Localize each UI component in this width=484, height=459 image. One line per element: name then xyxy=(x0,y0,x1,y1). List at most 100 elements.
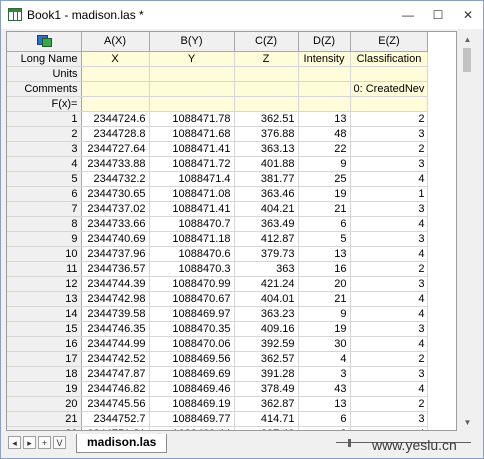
row-header-long-name[interactable]: Long Name xyxy=(7,51,82,67)
data-cell[interactable]: 2344733.66 xyxy=(81,216,150,232)
data-cell[interactable]: 1 xyxy=(350,186,429,202)
data-cell[interactable]: 21 xyxy=(298,201,351,217)
data-cell[interactable]: 19 xyxy=(298,321,351,337)
data-cell[interactable]: 379.73 xyxy=(234,246,299,262)
data-cell[interactable]: 2344742.98 xyxy=(81,291,150,307)
data-cell[interactable]: 2344747.87 xyxy=(81,366,150,382)
data-cell[interactable]: 5 xyxy=(298,231,351,247)
row-number[interactable]: 21 xyxy=(7,411,82,427)
data-cell[interactable]: 1088471.41 xyxy=(149,201,235,217)
row-number[interactable]: 17 xyxy=(7,351,82,367)
data-cell[interactable]: 2344728.8 xyxy=(81,126,150,142)
data-cell[interactable]: 1088470.3 xyxy=(149,261,235,277)
data-cell[interactable]: 13 xyxy=(298,246,351,262)
data-cell[interactable]: 2344742.52 xyxy=(81,351,150,367)
data-cell[interactable]: 378.49 xyxy=(234,381,299,397)
sheet-prev-button[interactable]: ◂ xyxy=(8,436,21,449)
data-cell[interactable]: 421.24 xyxy=(234,276,299,292)
row-number[interactable]: 2 xyxy=(7,126,82,142)
data-cell[interactable]: 2344732.2 xyxy=(81,171,150,187)
data-cell[interactable]: 2 xyxy=(298,426,351,430)
vertical-scrollbar[interactable]: ▲ ▼ xyxy=(459,31,476,431)
column-header[interactable]: B(Y) xyxy=(149,32,235,52)
data-cell[interactable]: 1088470.99 xyxy=(149,276,235,292)
data-cell[interactable]: 381.77 xyxy=(234,171,299,187)
data-cell[interactable]: 3 xyxy=(350,231,429,247)
data-cell[interactable]: 3 xyxy=(298,366,351,382)
data-cell[interactable]: 362.51 xyxy=(234,111,299,127)
maximize-button[interactable]: ☐ xyxy=(423,1,453,29)
data-cell[interactable]: 6 xyxy=(298,411,351,427)
row-number[interactable]: 15 xyxy=(7,321,82,337)
data-cell[interactable]: 376.88 xyxy=(234,126,299,142)
data-cell[interactable]: 4 xyxy=(350,291,429,307)
formula-cell[interactable] xyxy=(81,96,150,112)
row-number[interactable]: 11 xyxy=(7,261,82,277)
data-cell[interactable]: 1088470.7 xyxy=(149,216,235,232)
data-cell[interactable]: 21 xyxy=(298,291,351,307)
data-cell[interactable]: 404.21 xyxy=(234,201,299,217)
data-cell[interactable]: 2344727.64 xyxy=(81,141,150,157)
row-number[interactable]: 14 xyxy=(7,306,82,322)
data-cell[interactable]: 4 xyxy=(350,171,429,187)
data-cell[interactable]: 19 xyxy=(298,186,351,202)
data-cell[interactable]: 3 xyxy=(350,126,429,142)
row-number[interactable]: 7 xyxy=(7,201,82,217)
scroll-thumb-horizontal[interactable] xyxy=(348,439,351,447)
add-sheet-button[interactable]: + xyxy=(38,436,51,449)
units-cell[interactable] xyxy=(81,66,150,82)
data-cell[interactable]: 3 xyxy=(350,156,429,172)
data-cell[interactable]: 9 xyxy=(298,306,351,322)
data-cell[interactable]: 20 xyxy=(298,276,351,292)
data-cell[interactable]: 2344744.99 xyxy=(81,336,150,352)
row-number[interactable]: 12 xyxy=(7,276,82,292)
data-cell[interactable]: 2344746.35 xyxy=(81,321,150,337)
units-cell[interactable] xyxy=(350,66,429,82)
data-cell[interactable]: 363.46 xyxy=(234,186,299,202)
data-cell[interactable]: 2344724.6 xyxy=(81,111,150,127)
row-number[interactable]: 8 xyxy=(7,216,82,232)
data-cell[interactable]: 4 xyxy=(350,426,429,430)
data-cell[interactable]: 1088470.06 xyxy=(149,336,235,352)
row-number[interactable]: 20 xyxy=(7,396,82,412)
data-cell[interactable]: 6 xyxy=(298,216,351,232)
data-cell[interactable]: 412.87 xyxy=(234,231,299,247)
data-cell[interactable]: 2344739.58 xyxy=(81,306,150,322)
data-cell[interactable]: 43 xyxy=(298,381,351,397)
data-cell[interactable]: 1088471.78 xyxy=(149,111,235,127)
row-number[interactable]: 10 xyxy=(7,246,82,262)
data-cell[interactable]: 2344737.96 xyxy=(81,246,150,262)
data-cell[interactable]: 3 xyxy=(350,276,429,292)
row-header-comments[interactable]: Comments xyxy=(7,81,82,97)
data-cell[interactable]: 4 xyxy=(298,351,351,367)
data-cell[interactable]: 4 xyxy=(350,216,429,232)
long-name-cell[interactable]: Intensity xyxy=(298,51,351,67)
units-cell[interactable] xyxy=(149,66,235,82)
data-cell[interactable]: 25 xyxy=(298,171,351,187)
minimize-button[interactable]: — xyxy=(393,1,423,29)
column-header[interactable]: D(Z) xyxy=(298,32,351,52)
data-cell[interactable]: 1088469.69 xyxy=(149,366,235,382)
formula-cell[interactable] xyxy=(149,96,235,112)
data-cell[interactable]: 1088470.35 xyxy=(149,321,235,337)
data-cell[interactable]: 3 xyxy=(350,201,429,217)
data-cell[interactable]: 4 xyxy=(350,306,429,322)
sheet-tab-madison[interactable]: madison.las xyxy=(76,434,168,453)
data-cell[interactable]: 9 xyxy=(298,156,351,172)
data-cell[interactable]: 2 xyxy=(350,111,429,127)
data-cell[interactable]: 2344744.39 xyxy=(81,276,150,292)
data-cell[interactable]: 363.13 xyxy=(234,141,299,157)
data-cell[interactable]: 401.88 xyxy=(234,156,299,172)
data-cell[interactable]: 1088470.6 xyxy=(149,246,235,262)
formula-cell[interactable] xyxy=(234,96,299,112)
data-cell[interactable]: 397.48 xyxy=(234,426,299,430)
formula-cell[interactable] xyxy=(298,96,351,112)
scroll-up-icon[interactable]: ▲ xyxy=(459,31,476,48)
data-cell[interactable]: 2344746.82 xyxy=(81,381,150,397)
data-cell[interactable]: 1088471.41 xyxy=(149,141,235,157)
data-cell[interactable]: 4 xyxy=(350,246,429,262)
comments-cell[interactable] xyxy=(298,81,351,97)
data-cell[interactable]: 13 xyxy=(298,111,351,127)
data-cell[interactable]: 2344752.7 xyxy=(81,411,150,427)
data-cell[interactable]: 391.28 xyxy=(234,366,299,382)
